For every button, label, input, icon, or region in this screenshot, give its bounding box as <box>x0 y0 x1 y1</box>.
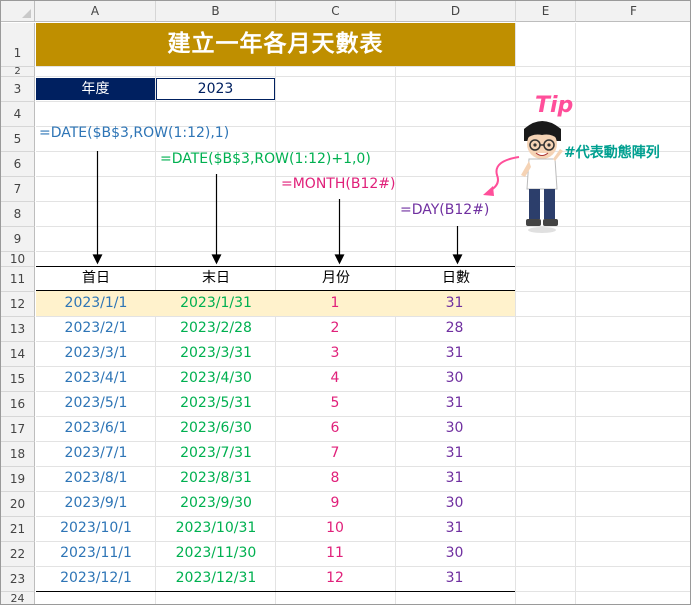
month-cell[interactable]: 8 <box>276 466 394 491</box>
table-bottom-border <box>36 591 515 592</box>
month-cell[interactable]: 7 <box>276 441 394 466</box>
arrowhead-last-day <box>211 254 222 265</box>
tip-label: Tip <box>535 93 574 118</box>
table-row: 2023/8/1 2023/8/31 8 31 <box>36 466 515 491</box>
last-day-cell[interactable]: 2023/11/30 <box>156 541 276 566</box>
days-cell[interactable]: 31 <box>394 291 515 316</box>
first-day-cell[interactable]: 2023/1/1 <box>36 291 156 316</box>
table-row: 2023/1/1 2023/1/31 1 31 <box>36 291 515 316</box>
first-day-cell[interactable]: 2023/8/1 <box>36 466 156 491</box>
days-cell[interactable]: 30 <box>394 366 515 391</box>
table-row: 2023/3/1 2023/3/31 3 31 <box>36 341 515 366</box>
first-day-cell[interactable]: 2023/7/1 <box>36 441 156 466</box>
first-day-cell[interactable]: 2023/6/1 <box>36 416 156 441</box>
cartoon-character-icon <box>521 121 563 233</box>
table-row: 2023/6/1 2023/6/30 6 30 <box>36 416 515 441</box>
days-cell[interactable]: 31 <box>394 466 515 491</box>
days-cell[interactable]: 31 <box>394 566 515 591</box>
table-row: 2023/9/1 2023/9/30 9 30 <box>36 491 515 516</box>
last-day-cell[interactable]: 2023/1/31 <box>156 291 276 316</box>
month-cell[interactable]: 6 <box>276 416 394 441</box>
days-cell[interactable]: 31 <box>394 341 515 366</box>
last-day-cell[interactable]: 2023/3/31 <box>156 341 276 366</box>
first-day-cell[interactable]: 2023/12/1 <box>36 566 156 591</box>
days-cell[interactable]: 30 <box>394 541 515 566</box>
table-row: 2023/11/1 2023/11/30 11 30 <box>36 541 515 566</box>
arrowhead-month <box>334 254 345 265</box>
first-day-cell[interactable]: 2023/4/1 <box>36 366 156 391</box>
last-day-cell[interactable]: 2023/4/30 <box>156 366 276 391</box>
arrowhead-first-day <box>92 254 103 265</box>
days-cell[interactable]: 31 <box>394 516 515 541</box>
days-cell[interactable]: 30 <box>394 491 515 516</box>
last-day-cell[interactable]: 2023/7/31 <box>156 441 276 466</box>
header-month[interactable]: 月份 <box>276 266 396 290</box>
last-day-cell[interactable]: 2023/9/30 <box>156 491 276 516</box>
curved-arrow-icon <box>483 156 520 196</box>
month-cell[interactable]: 2 <box>276 316 394 341</box>
first-day-cell[interactable]: 2023/10/1 <box>36 516 156 541</box>
month-cell[interactable]: 3 <box>276 341 394 366</box>
month-cell[interactable]: 9 <box>276 491 394 516</box>
first-day-cell[interactable]: 2023/2/1 <box>36 316 156 341</box>
table-row: 2023/2/1 2023/2/28 2 28 <box>36 316 515 341</box>
last-day-cell[interactable]: 2023/6/30 <box>156 416 276 441</box>
days-cell[interactable]: 30 <box>394 416 515 441</box>
last-day-cell[interactable]: 2023/10/31 <box>156 516 276 541</box>
month-cell[interactable]: 5 <box>276 391 394 416</box>
first-day-cell[interactable]: 2023/3/1 <box>36 341 156 366</box>
days-cell[interactable]: 28 <box>394 316 515 341</box>
month-cell[interactable]: 4 <box>276 366 394 391</box>
month-cell[interactable]: 1 <box>276 291 394 316</box>
table-row: 2023/7/1 2023/7/31 7 31 <box>36 441 515 466</box>
month-cell[interactable]: 10 <box>276 516 394 541</box>
last-day-cell[interactable]: 2023/2/28 <box>156 316 276 341</box>
month-cell[interactable]: 11 <box>276 541 394 566</box>
header-last-day[interactable]: 末日 <box>156 266 276 290</box>
spreadsheet: A B C D E F 1 2 3 4 5 6 7 8 9 10 11 12 1… <box>0 0 691 605</box>
table-row: 2023/10/1 2023/10/31 10 31 <box>36 516 515 541</box>
table-row: 2023/12/1 2023/12/31 12 31 <box>36 566 515 591</box>
header-first-day[interactable]: 首日 <box>36 266 156 290</box>
last-day-cell[interactable]: 2023/8/31 <box>156 466 276 491</box>
first-day-cell[interactable]: 2023/11/1 <box>36 541 156 566</box>
header-days[interactable]: 日數 <box>396 266 516 290</box>
first-day-cell[interactable]: 2023/9/1 <box>36 491 156 516</box>
days-cell[interactable]: 31 <box>394 441 515 466</box>
arrowhead-days <box>452 254 463 265</box>
month-cell[interactable]: 12 <box>276 566 394 591</box>
tip-note: #代表動態陣列 <box>564 145 660 161</box>
first-day-cell[interactable]: 2023/5/1 <box>36 391 156 416</box>
days-cell[interactable]: 31 <box>394 391 515 416</box>
last-day-cell[interactable]: 2023/5/31 <box>156 391 276 416</box>
table-row: 2023/4/1 2023/4/30 4 30 <box>36 366 515 391</box>
table-row: 2023/5/1 2023/5/31 5 31 <box>36 391 515 416</box>
last-day-cell[interactable]: 2023/12/31 <box>156 566 276 591</box>
